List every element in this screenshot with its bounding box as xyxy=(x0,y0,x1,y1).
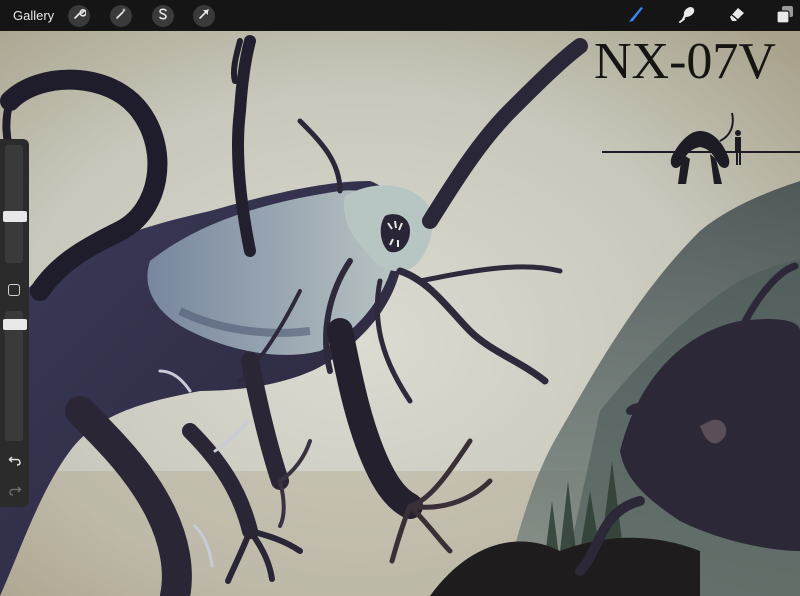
artwork-illustration xyxy=(0,31,800,596)
brush-button[interactable] xyxy=(625,5,647,27)
left-sidebar xyxy=(0,139,29,507)
brush-icon xyxy=(626,4,646,29)
undo-button[interactable] xyxy=(6,453,24,467)
smudge-icon xyxy=(677,4,697,29)
selection-button[interactable] xyxy=(152,5,174,27)
drawing-canvas[interactable]: NX-07V xyxy=(0,31,800,596)
wrench-icon xyxy=(72,7,87,26)
layers-button[interactable] xyxy=(774,5,796,27)
eraser-button[interactable] xyxy=(726,5,748,27)
eraser-icon xyxy=(727,4,747,29)
brush-size-slider[interactable] xyxy=(5,145,23,263)
modify-button[interactable] xyxy=(8,284,20,296)
transform-arrow-icon xyxy=(197,7,211,26)
actions-button[interactable] xyxy=(68,5,90,27)
redo-button[interactable] xyxy=(6,483,24,497)
opacity-slider-thumb[interactable] xyxy=(3,318,27,330)
brush-size-slider-thumb[interactable] xyxy=(3,211,27,223)
adjustments-button[interactable] xyxy=(110,5,132,27)
top-toolbar: Gallery xyxy=(0,0,800,31)
procreate-app: Gallery NX-07V xyxy=(0,0,800,596)
undo-icon xyxy=(8,455,22,470)
selection-s-icon xyxy=(156,7,170,26)
smudge-button[interactable] xyxy=(676,5,698,27)
layers-icon xyxy=(775,4,795,29)
artwork-title-text: NX-07V xyxy=(594,33,776,90)
transform-button[interactable] xyxy=(193,5,215,27)
opacity-slider[interactable] xyxy=(5,311,23,441)
redo-icon xyxy=(8,485,22,500)
gallery-button[interactable]: Gallery xyxy=(13,8,54,23)
magic-wand-icon xyxy=(114,7,128,26)
